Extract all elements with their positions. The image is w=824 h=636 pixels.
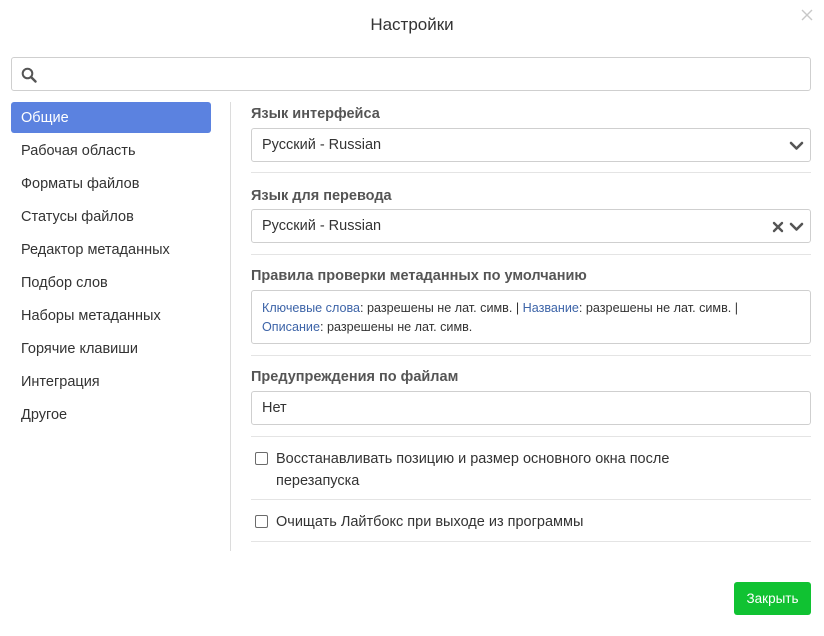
- search-icon: [21, 67, 37, 83]
- translation-language-section: Язык для перевода: [251, 186, 811, 206]
- interface-language-select[interactable]: Русский - Russian: [251, 128, 811, 162]
- interface-language-value: Русский - Russian: [262, 137, 382, 153]
- translation-language-select[interactable]: Русский - Russian: [251, 209, 811, 243]
- sidebar-item-integration[interactable]: Интеграция: [11, 366, 211, 397]
- chevron-down-icon: [789, 138, 804, 153]
- interface-language-label: Язык интерфейса: [251, 106, 380, 122]
- sidebar-divider: [230, 102, 231, 551]
- rule-title-link[interactable]: Название: [523, 301, 579, 315]
- metadata-rules-label: Правила проверки метаданных по умолчанию: [251, 268, 587, 284]
- rule-keywords-value: : разрешены не лат. симв. |: [360, 301, 520, 315]
- interface-language-section: Язык интерфейса: [251, 104, 811, 124]
- settings-sidebar: Общие Рабочая область Форматы файлов Ста…: [11, 102, 211, 432]
- separator: [251, 172, 811, 173]
- search-box: [11, 57, 811, 91]
- translation-language-label: Язык для перевода: [251, 188, 392, 204]
- rule-description-link[interactable]: Описание: [262, 320, 320, 334]
- restore-window-option[interactable]: Восстанавливать позицию и размер основно…: [255, 448, 811, 492]
- separator: [251, 254, 811, 255]
- chevron-down-icon: [789, 219, 804, 234]
- clear-icon[interactable]: [772, 220, 784, 233]
- separator: [251, 355, 811, 356]
- sidebar-item-other[interactable]: Другое: [11, 399, 211, 430]
- restore-window-checkbox[interactable]: [255, 452, 268, 465]
- rule-title-value: : разрешены не лат. симв. |: [578, 301, 739, 315]
- translation-language-value: Русский - Russian: [262, 218, 382, 234]
- metadata-rules-box[interactable]: Ключевые слова: разрешены не лат. симв. …: [251, 290, 811, 344]
- clear-lightbox-label: Очищать Лайтбокс при выходе из программы: [276, 514, 584, 530]
- clear-lightbox-checkbox[interactable]: [255, 515, 268, 528]
- close-icon[interactable]: [798, 6, 816, 24]
- dialog-title: Настройки: [370, 15, 454, 34]
- sidebar-item-word-suggest[interactable]: Подбор слов: [11, 267, 211, 298]
- sidebar-item-general[interactable]: Общие: [11, 102, 211, 133]
- file-warnings-label: Предупреждения по файлам: [251, 369, 459, 385]
- metadata-rules-section: Правила проверки метаданных по умолчанию: [251, 266, 811, 286]
- sidebar-item-file-formats[interactable]: Форматы файлов: [11, 168, 211, 199]
- restore-window-label: Восстанавливать позицию и размер основно…: [276, 451, 670, 489]
- separator: [251, 499, 811, 500]
- file-warnings-section: Предупреждения по файлам: [251, 367, 811, 387]
- file-warnings-field[interactable]: Нет: [251, 391, 811, 425]
- rule-keywords-link[interactable]: Ключевые слова: [262, 301, 360, 315]
- clear-lightbox-option[interactable]: Очищать Лайтбокс при выходе из программы: [255, 511, 811, 533]
- sidebar-item-metadata-sets[interactable]: Наборы метаданных: [11, 300, 211, 331]
- sidebar-item-workspace[interactable]: Рабочая область: [11, 135, 211, 166]
- separator: [251, 436, 811, 437]
- separator: [251, 541, 811, 542]
- sidebar-item-file-statuses[interactable]: Статусы файлов: [11, 201, 211, 232]
- search-input[interactable]: [48, 59, 804, 89]
- sidebar-item-hotkeys[interactable]: Горячие клавиши: [11, 333, 211, 364]
- rule-description-value: : разрешены не лат. симв.: [319, 320, 473, 334]
- settings-dialog: Настройки Общие Рабочая область Форматы …: [0, 0, 824, 636]
- sidebar-item-metadata-editor[interactable]: Редактор метаданных: [11, 234, 211, 265]
- close-button[interactable]: Закрыть: [734, 582, 811, 615]
